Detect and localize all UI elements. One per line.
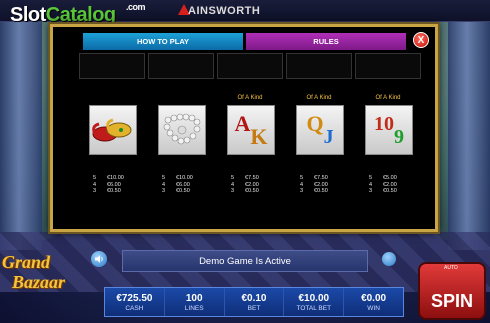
header-cell: [148, 53, 214, 79]
logo-line-1: Grand: [2, 252, 51, 272]
logo-line-2: Bazaar: [12, 272, 66, 292]
paytable-panel: HOW TO PLAY RULES X 5 €10.00 4 €6.00 3 €…: [50, 24, 438, 232]
header-cell: [217, 53, 283, 79]
pay-count: 3: [93, 188, 97, 194]
brand-name: AINSWORTH: [188, 5, 261, 17]
stat-label: TOTAL BET: [296, 304, 332, 312]
empty-header-row: [79, 53, 421, 79]
paytable-tabs: HOW TO PLAY RULES: [83, 33, 406, 51]
info-button[interactable]: [382, 252, 396, 266]
stat-total-bet: €10.00 TOTAL BET: [284, 288, 345, 316]
pay-value: €0.50: [176, 188, 190, 194]
symbol-pays: 5 €5.00 4 €2.00 3 €0.50: [369, 175, 397, 195]
stat-value: €10.00: [298, 292, 330, 304]
stat-lines[interactable]: 100 LINES: [165, 288, 225, 316]
demo-status-text: Demo Game Is Active: [199, 255, 291, 267]
pay-count: 3: [162, 188, 166, 194]
stat-label: CASH: [125, 304, 144, 312]
slippers-symbol-icon: [89, 105, 137, 155]
spin-label: SPIN: [430, 291, 473, 311]
stats-bar: €725.50 CASH 100 LINES €0.10 BET €10.00 …: [104, 287, 404, 317]
stat-label: LINES: [184, 304, 204, 312]
stat-label: BET: [247, 304, 261, 312]
ten-nine-symbol-icon: 10 9: [365, 105, 413, 155]
pay-count: 3: [369, 188, 373, 194]
pay-value: €0.50: [107, 188, 121, 194]
stat-value: 100: [185, 292, 203, 304]
pay-count: 3: [231, 188, 235, 194]
stat-value: €0.00: [361, 292, 387, 304]
stat-bet[interactable]: €0.10 BET: [225, 288, 285, 316]
symbol-column: 5 €10.00 4 €6.00 3 €0.50: [148, 87, 214, 197]
left-pillar: [0, 0, 42, 250]
symbol-pays: 5 €7.50 4 €2.00 3 €0.50: [300, 175, 328, 195]
stat-cash: €725.50 CASH: [105, 288, 165, 316]
tab-how-to-play[interactable]: HOW TO PLAY: [83, 33, 243, 50]
watermark-catalog: Catalog: [45, 4, 116, 26]
sound-button[interactable]: [91, 251, 107, 267]
of-a-kind-label: Of A Kind: [237, 95, 263, 101]
stat-win: €0.00 WIN: [344, 288, 403, 316]
stat-value: €725.50: [116, 292, 153, 304]
of-a-kind-label: Of A Kind: [306, 95, 332, 101]
symbol-pays: 5 €10.00 4 €6.00 3 €0.50: [93, 175, 124, 195]
close-icon: X: [417, 34, 425, 46]
stat-label: WIN: [367, 304, 380, 312]
demo-status-bar: Demo Game Is Active: [122, 250, 368, 272]
symbol-column: Of A Kind QJ 5 €7.50 4 €2.00 3 €0.50: [286, 87, 352, 197]
right-pillar: [448, 0, 490, 250]
close-button[interactable]: X: [413, 32, 429, 48]
ace-king-symbol-icon: AK: [227, 105, 275, 155]
symbol-pays: 5 €10.00 4 €6.00 3 €0.50: [162, 175, 193, 195]
symbol-column: Of A Kind AK 5 €7.50 4 €2.00 3 €0.50: [217, 87, 283, 197]
tab-rules[interactable]: RULES: [246, 33, 406, 50]
symbol-column: 5 €10.00 4 €6.00 3 €0.50: [79, 87, 145, 197]
pay-value: €0.50: [314, 188, 328, 194]
pearls-symbol-icon: [158, 105, 206, 155]
pay-value: €0.50: [245, 188, 259, 194]
top-bar: SlotCatalog .com AINSWORTH: [0, 0, 490, 26]
header-cell: [355, 53, 421, 79]
symbol-row: 5 €10.00 4 €6.00 3 €0.50 5 €10.00 4 €6.00: [79, 87, 421, 197]
stat-value: €0.10: [241, 292, 267, 304]
watermark-com: .com: [126, 2, 146, 12]
pay-value: €0.50: [383, 188, 397, 194]
queen-jack-symbol-icon: QJ: [296, 105, 344, 155]
symbol-column: Of A Kind 10 9 5 €5.00 4 €2.00 3 €0.50: [355, 87, 421, 197]
symbol-pays: 5 €7.50 4 €2.00 3 €0.50: [231, 175, 259, 195]
grand-bazaar-logo: Grand Bazaar: [2, 252, 80, 304]
of-a-kind-label: Of A Kind: [375, 95, 401, 101]
pay-count: 3: [300, 188, 304, 194]
header-cell: [79, 53, 145, 79]
watermark-slot: Slot: [10, 4, 46, 26]
auto-label[interactable]: AUTO: [444, 265, 458, 271]
header-cell: [286, 53, 352, 79]
speaker-icon: [95, 255, 103, 263]
